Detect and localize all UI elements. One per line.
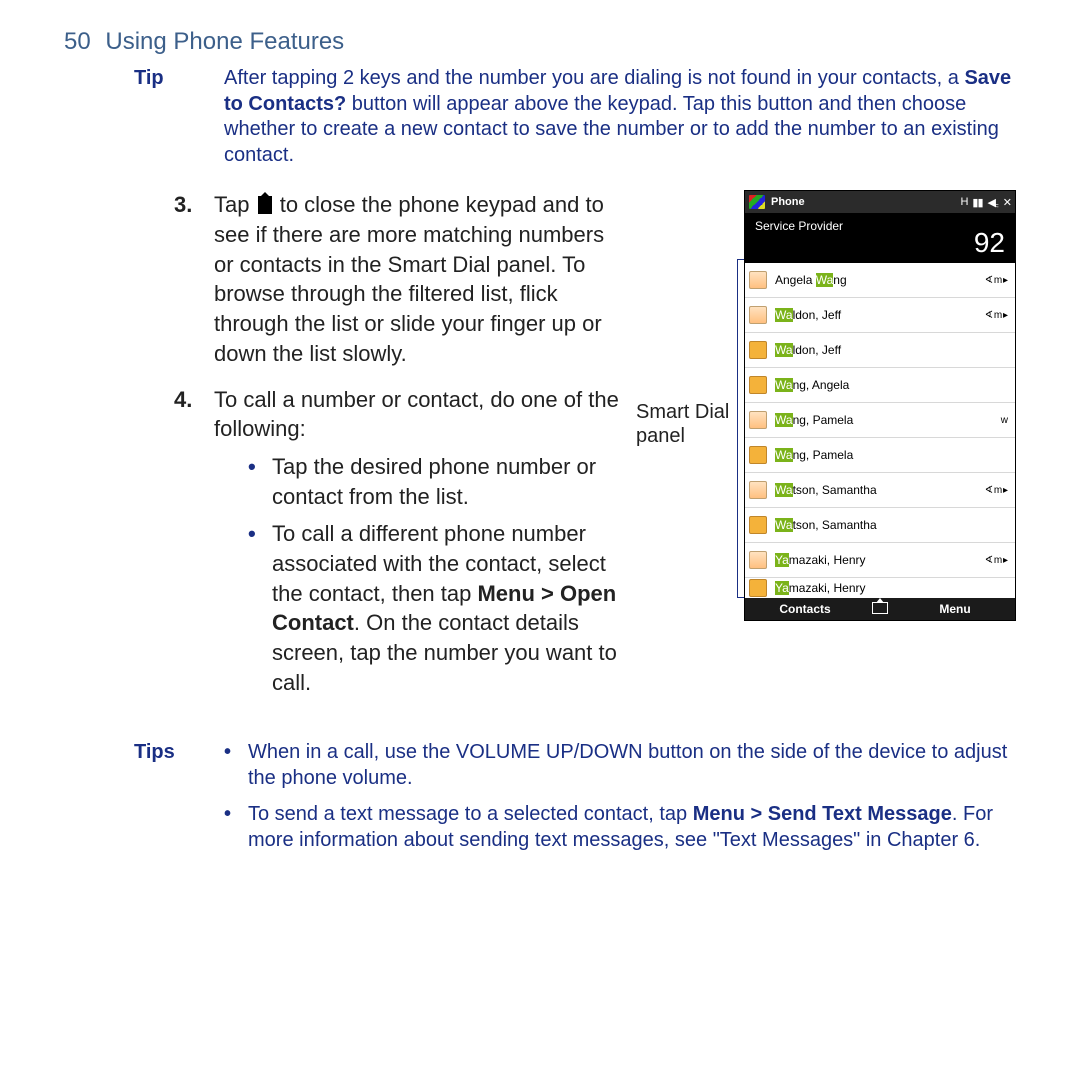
step-4-num: 4. [174,385,214,706]
step-4-bullet-2: • To call a different phone number assoc… [248,519,624,697]
contact-sim-icon [749,516,767,534]
close-icon[interactable]: ✕ [1003,196,1011,209]
tips-b2: To send a text message to a selected con… [248,801,1016,853]
tips-bullet-1: • When in a call, use the VOLUME UP/DOWN… [224,739,1016,791]
bullet-icon: • [224,739,248,791]
phone-softkeys: Contacts Menu [745,598,1015,620]
volume-icon[interactable]: ◀꜀ [988,195,998,210]
step-3: 3. Tap to close the phone keypad and to … [174,190,624,368]
contact-row[interactable]: Watson, Samantha∢ m ▸ [745,473,1015,508]
contact-row[interactable]: Yamazaki, Henry [745,578,1015,598]
tips-block: Tips • When in a call, use the VOLUME UP… [134,739,1016,863]
contact-row[interactable]: Angela Wang∢ m ▸ [745,263,1015,298]
contact-person-icon [749,481,767,499]
contact-person-icon [749,551,767,569]
keypad-icon [258,196,272,214]
contact-row[interactable]: Waldon, Jeff∢ m ▸ [745,298,1015,333]
page-header: 50 Using Phone Features [64,28,1016,56]
contact-name: Wang, Angela [775,378,1007,392]
contact-sim-icon [749,341,767,359]
step-3-pre: Tap [214,192,256,217]
signal-icon: ▮▮ [972,196,982,209]
step-4-body: To call a number or contact, do one of t… [214,385,624,706]
tip-body: After tapping 2 keys and the number you … [224,66,1016,168]
softkey-left[interactable]: Contacts [745,602,865,616]
contact-row[interactable]: Watson, Samantha [745,508,1015,543]
tips-b1: When in a call, use the VOLUME UP/DOWN b… [248,739,1016,791]
keyboard-icon [872,602,888,614]
softkey-keyboard[interactable] [865,602,895,617]
step-4-bullet-1: • Tap the desired phone number or contac… [248,452,624,511]
phone-titlebar[interactable]: Phone H ▮▮ ◀꜀ ✕ [745,191,1015,213]
tip-text-a: After tapping 2 keys and the number you … [224,67,964,89]
callout-label: Smart Dial panel [636,190,732,448]
tips-label: Tips [134,739,224,863]
contact-tag: ∢ m ▸ [985,485,1007,496]
contact-name: Waldon, Jeff [775,343,1007,357]
contact-person-icon [749,271,767,289]
step-4-b2: To call a different phone number associa… [272,519,624,697]
contact-tag: ∢ m ▸ [985,275,1007,286]
contact-sim-icon [749,579,767,597]
step-4-lead: To call a number or contact, do one of t… [214,387,619,442]
callout-bracket [737,259,744,598]
tips-bullet-2: • To send a text message to a selected c… [224,801,1016,853]
step-3-body: Tap to close the phone keypad and to see… [214,190,624,368]
contact-tag: ∢ m ▸ [985,555,1007,566]
bullet-icon: • [248,519,272,697]
contact-person-icon [749,306,767,324]
bullet-icon: • [224,801,248,853]
bullet-icon: • [248,452,272,511]
tip-block: Tip After tapping 2 keys and the number … [134,66,1016,168]
contact-tag: w [1001,415,1007,426]
tips-b2b: Menu > Send Text Message [693,803,952,825]
contact-name: Yamazaki, Henry [775,553,985,567]
contact-row[interactable]: Wang, Pamela [745,438,1015,473]
contact-row[interactable]: Yamazaki, Henry∢ m ▸ [745,543,1015,578]
contact-name: Wang, Pamela [775,413,1001,427]
start-icon[interactable] [749,195,765,209]
step-4: 4. To call a number or contact, do one o… [174,385,624,706]
steps: 3. Tap to close the phone keypad and to … [174,190,624,721]
page-title: Using Phone Features [105,28,344,55]
contact-name: Yamazaki, Henry [775,581,1007,595]
contact-sim-icon [749,446,767,464]
contact-name: Watson, Samantha [775,518,1007,532]
tip-label: Tip [134,66,224,168]
tips-b2a: To send a text message to a selected con… [248,803,693,825]
phone-dial-display: Service Provider 92 [745,213,1015,263]
contact-tag: ∢ m ▸ [985,310,1007,321]
contact-name: Watson, Samantha [775,483,985,497]
data-icon: H [960,196,967,208]
softkey-right[interactable]: Menu [895,602,1015,616]
phone-screenshot: Phone H ▮▮ ◀꜀ ✕ Service Provider 92 Ange… [744,190,1016,621]
manual-page: 50 Using Phone Features Tip After tappin… [0,0,1080,1080]
contact-name: Angela Wang [775,273,985,287]
contact-row[interactable]: Waldon, Jeff [745,333,1015,368]
step-4-b1: Tap the desired phone number or contact … [272,452,624,511]
step-3-num: 3. [174,190,214,368]
phone-app-title: Phone [771,196,955,208]
contact-sim-icon [749,376,767,394]
step-3-post: to close the phone keypad and to see if … [214,192,604,365]
contact-row[interactable]: Wang, Angela [745,368,1015,403]
dialed-digits: 92 [974,227,1005,259]
service-provider: Service Provider [755,219,974,233]
page-number: 50 [64,28,91,55]
contact-row[interactable]: Wang, Pamelaw [745,403,1015,438]
smart-dial-panel[interactable]: Angela Wang∢ m ▸Waldon, Jeff∢ m ▸Waldon,… [745,263,1015,598]
contact-name: Waldon, Jeff [775,308,985,322]
contact-name: Wang, Pamela [775,448,1007,462]
contact-person-icon [749,411,767,429]
